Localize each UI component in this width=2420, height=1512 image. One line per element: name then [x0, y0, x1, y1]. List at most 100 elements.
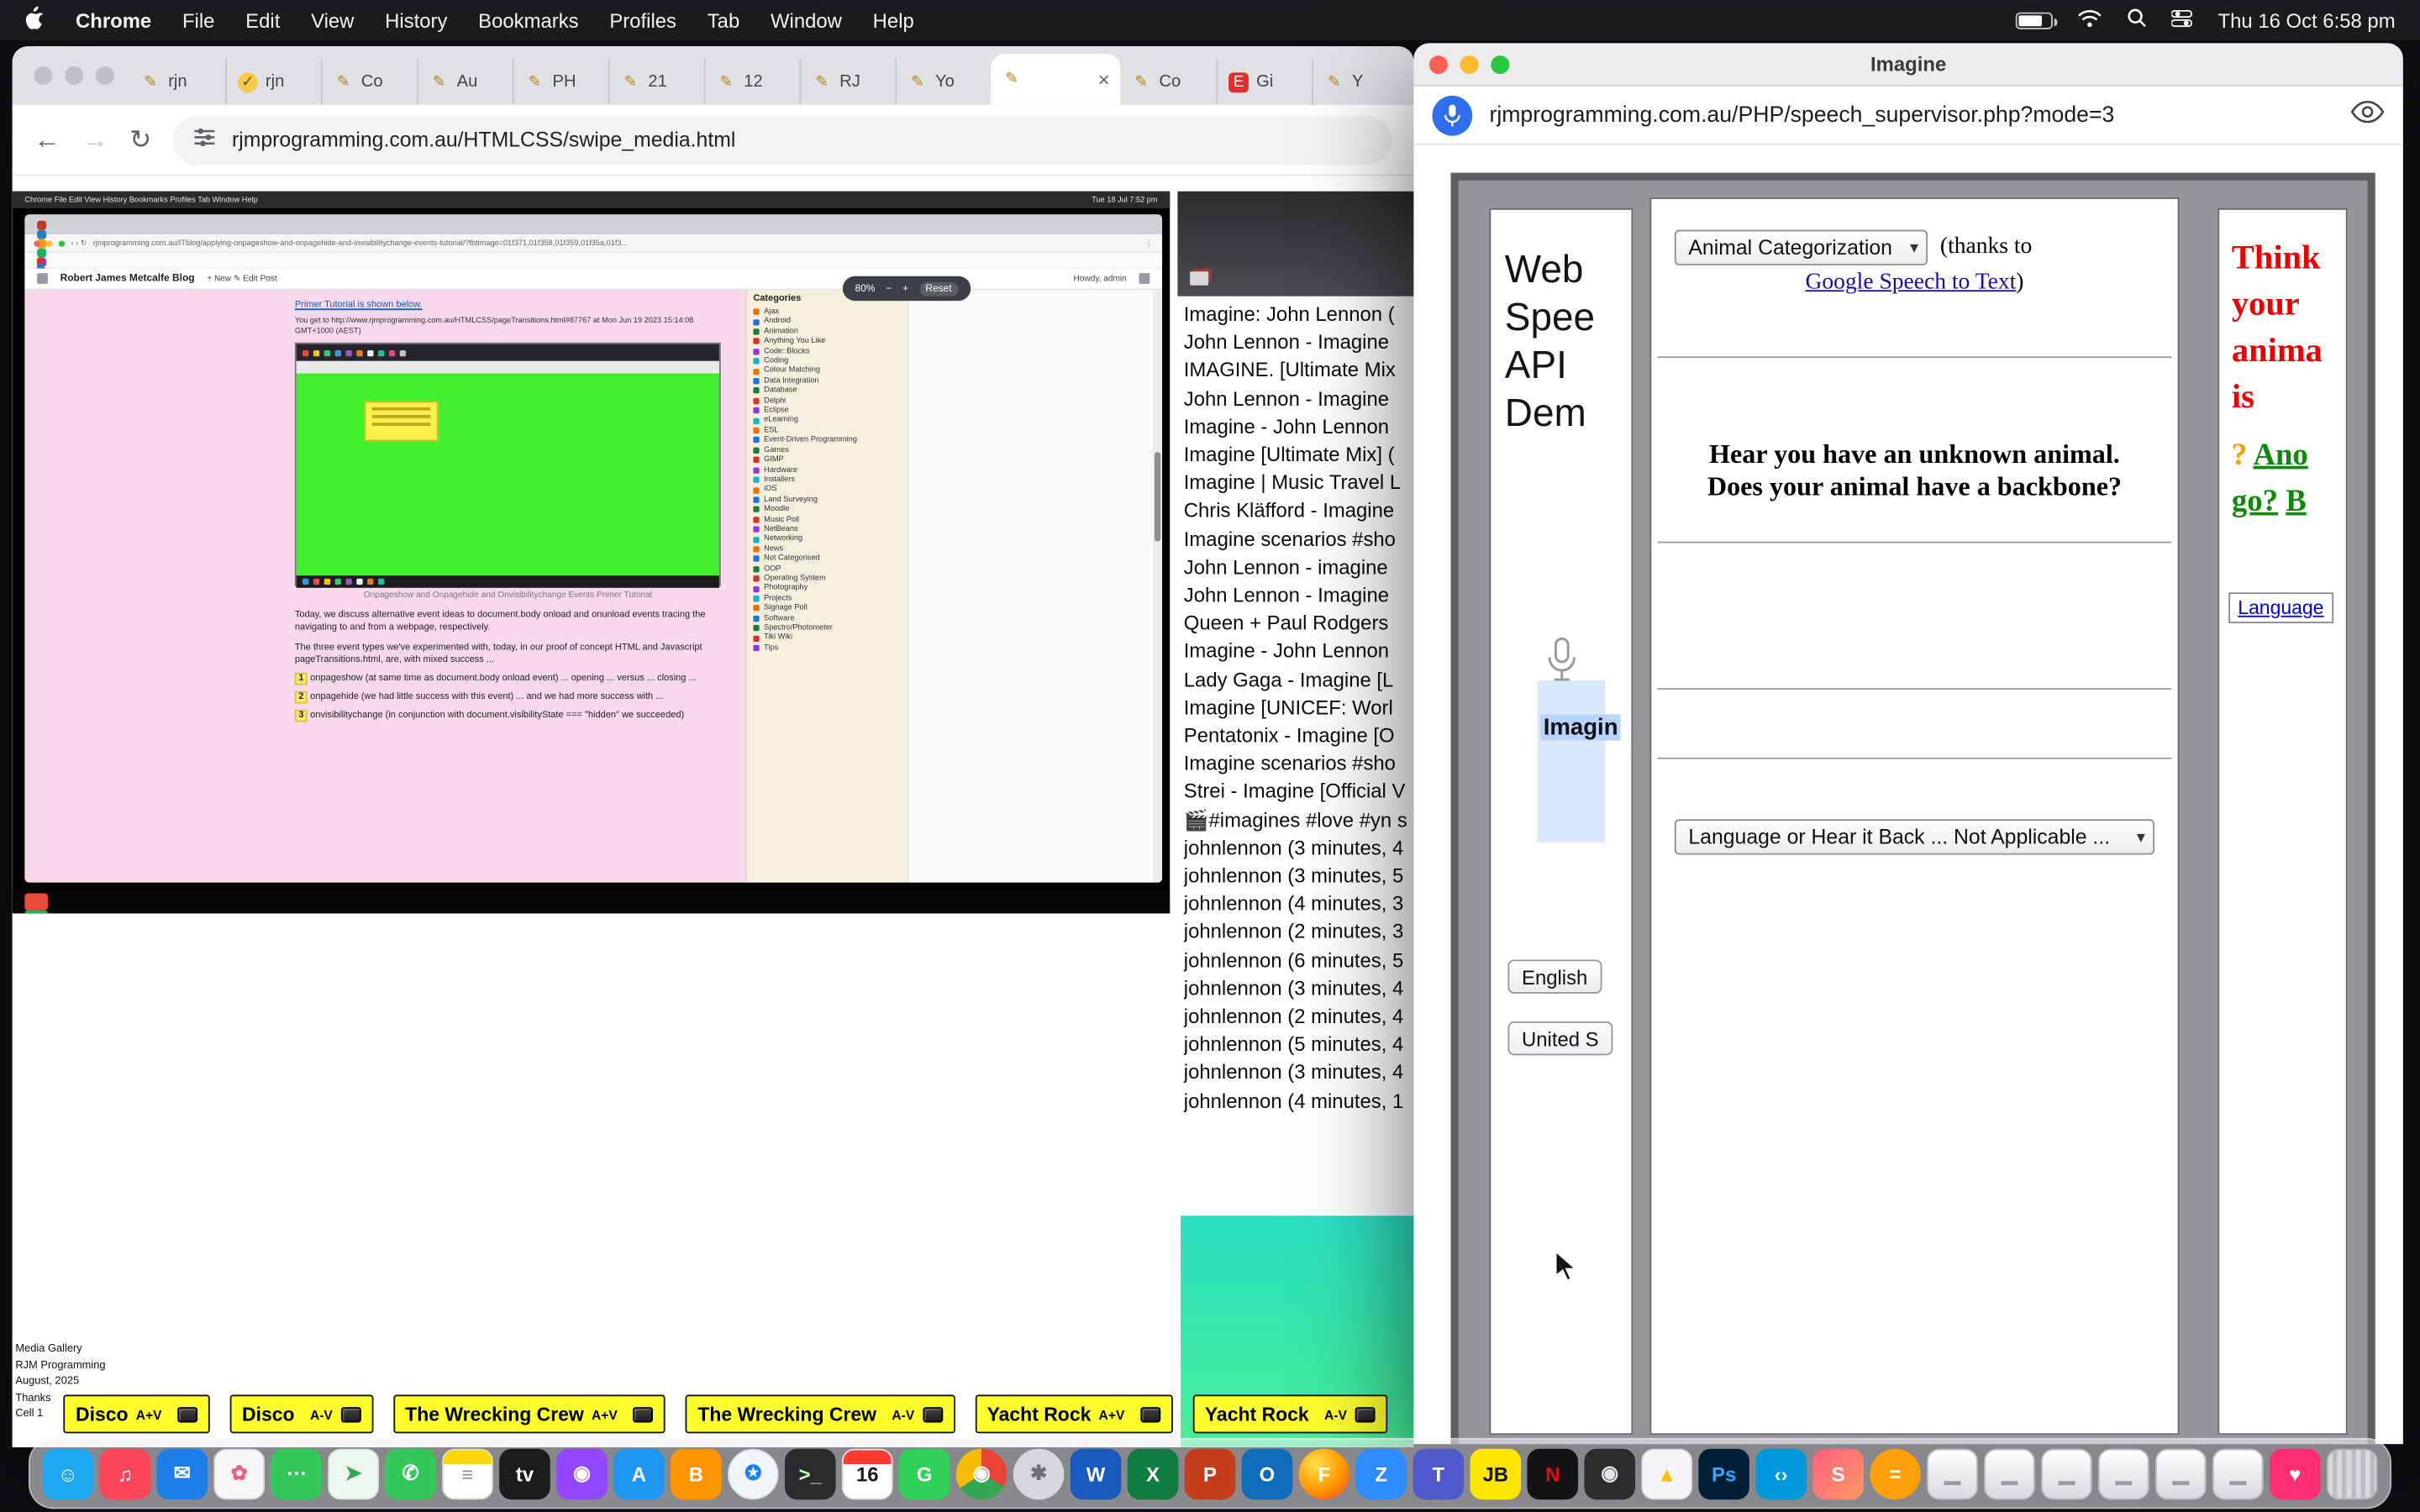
media-gallery-button[interactable]: The Wrecking CrewA-V	[686, 1394, 955, 1433]
dock-icon[interactable]: ✆	[385, 1448, 436, 1499]
menubar-item[interactable]: File	[182, 8, 214, 32]
window-controls[interactable]	[24, 46, 129, 105]
category-link[interactable]: Colour Matching	[753, 366, 901, 376]
browser-tab[interactable]: ✎ rjn	[129, 59, 225, 105]
imagine-titlebar[interactable]: Imagine	[1413, 43, 2402, 86]
language-button[interactable]: English	[1507, 959, 1601, 993]
video-title-item[interactable]: johnlennon (2 minutes, 4	[1184, 1003, 1414, 1031]
zoom-window-button[interactable]	[96, 66, 114, 85]
apple-menu-icon[interactable]	[24, 6, 45, 34]
media-gallery-button[interactable]: Yacht RockA-V	[1192, 1394, 1386, 1433]
dock-icon[interactable]: ▁	[2041, 1448, 2092, 1499]
category-select[interactable]: Animal Categorization ▾	[1675, 230, 1928, 265]
category-link[interactable]: Music Poll	[753, 515, 901, 525]
category-link[interactable]: NetBeans	[753, 524, 901, 534]
dock-icon[interactable]: S	[1812, 1448, 1864, 1499]
category-link[interactable]: Signage Poll	[753, 604, 901, 614]
microphone-icon[interactable]	[1544, 636, 1581, 693]
zoom-out-button[interactable]: −	[886, 283, 892, 294]
eye-icon[interactable]	[2350, 99, 2384, 130]
video-title-item[interactable]: John Lennon - imagine	[1184, 554, 1414, 581]
video-title-item[interactable]: Queen + Paul Rodgers	[1184, 610, 1414, 638]
wifi-icon[interactable]	[2077, 8, 2102, 32]
category-link[interactable]: Moodle	[753, 505, 901, 515]
dock-icon[interactable]: ✉	[156, 1448, 208, 1499]
category-link[interactable]: Animation	[753, 327, 901, 337]
category-link[interactable]: Installers	[753, 475, 901, 486]
language-hearback-select[interactable]: Language or Hear it Back ... Not Applica…	[1675, 819, 2154, 854]
video-title-item[interactable]: Imagine scenarios #sho	[1184, 750, 1414, 778]
active-tab[interactable]: ✎ ×	[991, 54, 1120, 105]
browser-tab[interactable]: E Gi	[1216, 59, 1312, 105]
language-link[interactable]: Language	[2238, 597, 2323, 619]
dock-icon[interactable]: ◉	[1584, 1448, 1635, 1499]
video-title-item[interactable]: 🎬#imagines #love #yn s	[1184, 806, 1414, 834]
dock-icon[interactable]: ♫	[99, 1448, 150, 1499]
menubar-item[interactable]: Window	[771, 8, 842, 32]
browser-tab[interactable]: ✎ RJ	[799, 59, 895, 105]
video-title-item[interactable]: johnlennon (6 minutes, 5	[1184, 947, 1414, 974]
minimize-window-button[interactable]	[1460, 55, 1479, 74]
url-text[interactable]: rjmprogramming.com.au/PHP/speech_supervi…	[1489, 102, 2114, 127]
video-title-item[interactable]: johnlennon (3 minutes, 5	[1184, 863, 1414, 890]
dock-icon[interactable]: Ps	[1698, 1448, 1749, 1499]
dock-icon[interactable]: X	[1128, 1448, 1179, 1499]
menubar-clock[interactable]: Thu 16 Oct 6:58 pm	[2218, 8, 2396, 32]
minimize-window-button[interactable]	[65, 66, 83, 85]
browser-tab[interactable]: ✎ Y	[1312, 59, 1407, 105]
category-link[interactable]: Projects	[753, 594, 901, 604]
browser-tab[interactable]: ✎ 12	[704, 59, 800, 105]
category-link[interactable]: eLearning	[753, 416, 901, 426]
video-title-item[interactable]: Imagine: John Lennon (	[1184, 301, 1414, 328]
browser-tab[interactable]: ✎ Co	[1120, 59, 1216, 105]
close-window-button[interactable]	[1429, 55, 1448, 74]
media-video[interactable]: Chrome File Edit View History Bookmarks …	[13, 192, 1171, 914]
category-link[interactable]: Not Categorised	[753, 554, 901, 564]
primer-tutorial-link[interactable]: Primer Tutorial is shown below.	[295, 301, 423, 310]
media-gallery-button[interactable]: Yacht RockA+V	[975, 1394, 1172, 1433]
dock-icon[interactable]: F	[1299, 1448, 1350, 1499]
category-link[interactable]: Delphi	[753, 396, 901, 406]
region-button[interactable]: United S	[1507, 1021, 1612, 1055]
dock-icon[interactable]: A	[613, 1448, 665, 1499]
video-title-item[interactable]: johnlennon (5 minutes, 4	[1184, 1031, 1414, 1058]
category-link[interactable]: Coding	[753, 356, 901, 366]
media-gallery-button[interactable]: DiscoA+V	[63, 1394, 209, 1433]
dock-icon[interactable]: ⋯	[271, 1448, 322, 1499]
category-link[interactable]: Data Integration	[753, 376, 901, 386]
dock-icon[interactable]: JB	[1470, 1448, 1521, 1499]
category-link[interactable]: Event-Driven Programming	[753, 435, 901, 445]
video-title-item[interactable]: johnlennon (4 minutes, 3	[1184, 890, 1414, 918]
dock-icon[interactable]: Z	[1356, 1448, 1407, 1499]
back-link[interactable]: B	[2286, 485, 2307, 518]
dock-icon[interactable]: ◉	[956, 1448, 1007, 1499]
dock-icon[interactable]: ✱	[1013, 1448, 1065, 1499]
back-button[interactable]: ←	[34, 124, 60, 155]
category-link[interactable]: Photography	[753, 584, 901, 594]
category-link[interactable]: ESL	[753, 426, 901, 436]
video-title-item[interactable]: johnlennon (3 minutes, 4	[1184, 1059, 1414, 1087]
video-title-item[interactable]: johnlennon (2 minutes, 3	[1184, 919, 1414, 947]
language-link-box[interactable]: Language	[2228, 592, 2333, 623]
video-title-item[interactable]: John Lennon - Imagine	[1184, 329, 1414, 357]
dock-icon[interactable]: ▁	[2212, 1448, 2264, 1499]
menubar-item[interactable]: History	[385, 8, 447, 32]
dock-icon[interactable]: ➤	[328, 1448, 379, 1499]
scrollbar-thumb[interactable]	[1155, 452, 1160, 542]
another-go-link[interactable]: Ano	[2253, 438, 2307, 472]
dock-icon[interactable]: ≡	[442, 1448, 493, 1499]
microphone-permission-icon[interactable]	[1432, 95, 1472, 135]
reload-button[interactable]: ↻	[129, 124, 151, 155]
menubar-app-name[interactable]: Chrome	[76, 8, 151, 32]
video-title-item[interactable]: Imagine scenarios #sho	[1184, 526, 1414, 554]
category-link[interactable]: Eclipse	[753, 406, 901, 416]
media-gallery-button[interactable]: The Wrecking CrewA+V	[392, 1394, 665, 1433]
video-title-item[interactable]: Lady Gaga - Imagine [L	[1184, 666, 1414, 694]
category-link[interactable]: Operating System	[753, 574, 901, 584]
menubar-item[interactable]: Edit	[245, 8, 280, 32]
category-link[interactable]: Tiki Wiki	[753, 633, 901, 643]
dock-icon[interactable]: =	[1870, 1448, 1921, 1499]
video-title-item[interactable]: IMAGINE. [Ultimate Mix	[1184, 357, 1414, 385]
video-title-item[interactable]: John Lennon - Imagine	[1184, 582, 1414, 610]
category-link[interactable]: OOP	[753, 564, 901, 574]
